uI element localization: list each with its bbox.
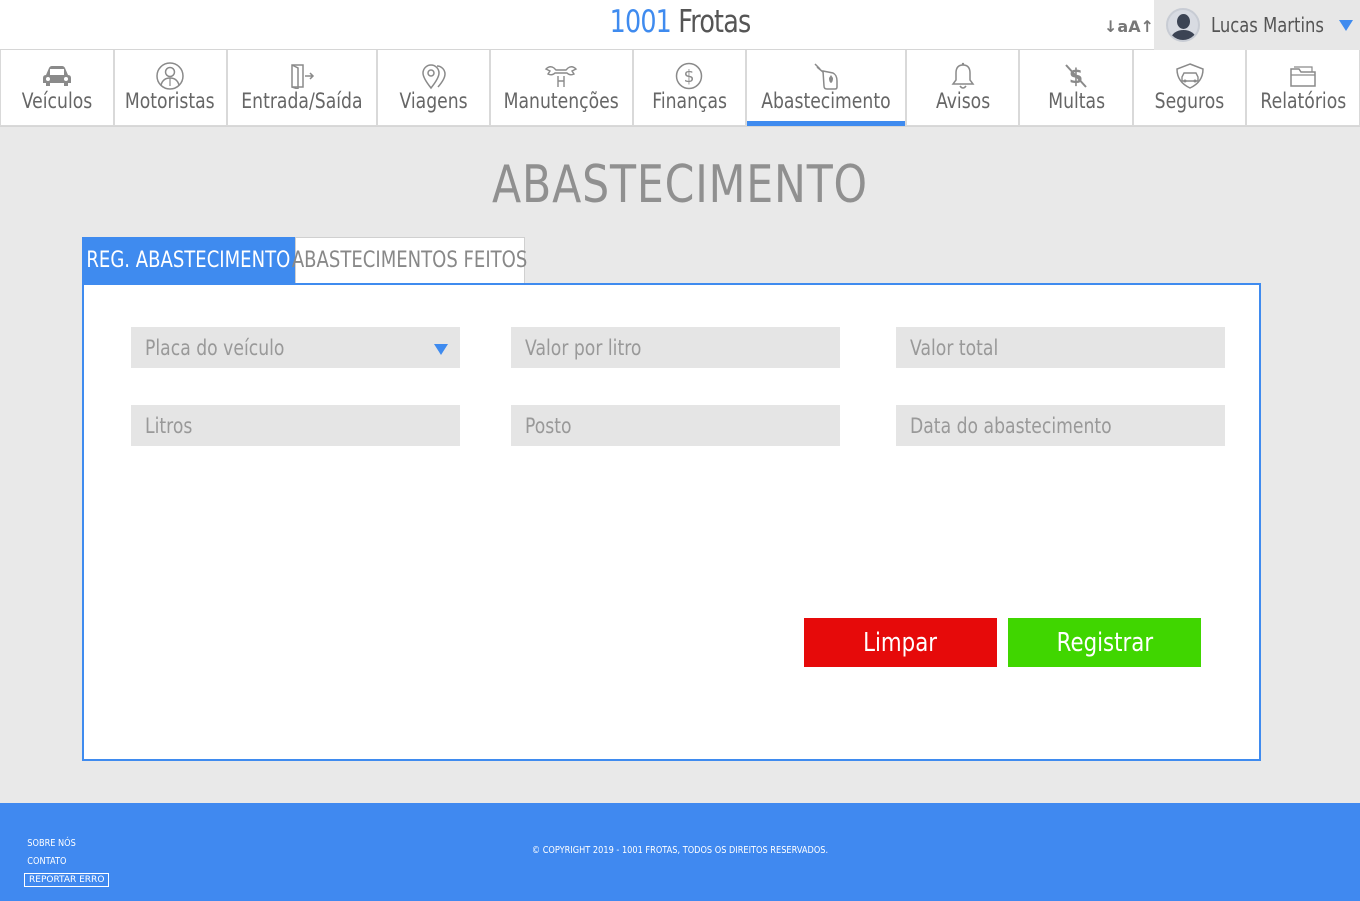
- nav-item-veiculos[interactable]: Veículos: [0, 50, 114, 126]
- door-icon: [289, 62, 315, 90]
- nav-label: Manutenções: [503, 89, 620, 113]
- nav-label: Relatórios: [1260, 89, 1347, 113]
- date-placeholder: Data do abastecimento: [910, 413, 1112, 438]
- bell-icon: [950, 62, 976, 90]
- nav-item-manutencoes[interactable]: Manutenções: [490, 50, 633, 126]
- clear-button-label: Limpar: [863, 627, 938, 658]
- footer-link-about[interactable]: SOBRE NÓS: [24, 835, 94, 853]
- nav-item-entrada-saida[interactable]: Entrada/Saída: [227, 50, 377, 126]
- copyright-text: © COPYRIGHT 2019 - 1001 FROTAS, TODOS OS…: [531, 845, 829, 856]
- nav-label: Finanças: [651, 89, 727, 113]
- price-per-liter-placeholder: Valor por litro: [525, 335, 642, 360]
- liters-placeholder: Litros: [145, 413, 193, 438]
- total-value-input[interactable]: Valor total: [896, 327, 1225, 368]
- insurance-icon: [1174, 62, 1206, 90]
- total-value-placeholder: Valor total: [910, 335, 999, 360]
- brand-name: Frotas: [671, 4, 751, 40]
- wrench-icon: [544, 62, 578, 90]
- chevron-down-icon[interactable]: [1339, 19, 1353, 31]
- user-menu[interactable]: Lucas Martins: [1154, 0, 1360, 50]
- fine-icon: $: [1063, 62, 1089, 90]
- chevron-down-icon[interactable]: [434, 344, 448, 355]
- map-pin-icon: [420, 62, 448, 90]
- register-button[interactable]: Registrar: [1008, 618, 1201, 667]
- tab-label: REG. ABASTECIMENTO: [86, 247, 291, 273]
- tab-abastecimentos-feitos[interactable]: ABASTECIMENTOS FEITOS: [292, 237, 528, 283]
- date-input[interactable]: Data do abastecimento: [896, 405, 1225, 446]
- nav-item-financas[interactable]: $ Finanças: [632, 50, 747, 126]
- driver-icon: [155, 62, 185, 90]
- main-nav: Veículos Motoristas Entrada/Saída Viagen…: [0, 50, 1360, 127]
- nav-label: Seguros: [1154, 89, 1225, 113]
- user-name: Lucas Martins: [1211, 13, 1324, 37]
- nav-item-multas[interactable]: $ Multas: [1019, 50, 1133, 126]
- dollar-icon: $: [675, 62, 703, 90]
- tab-label: ABASTECIMENTOS FEITOS: [292, 248, 528, 273]
- tab-reg-abastecimento[interactable]: REG. ABASTECIMENTO: [82, 237, 295, 283]
- folder-icon: [1289, 62, 1317, 90]
- fuel-pump-icon: [811, 62, 841, 90]
- form-panel: Placa do veículo Valor por litro Valor t…: [82, 283, 1261, 761]
- page-title: ABASTECIMENTO: [492, 155, 868, 215]
- nav-item-motoristas[interactable]: Motoristas: [113, 50, 227, 126]
- register-button-label: Registrar: [1056, 627, 1153, 658]
- nav-label: Motoristas: [125, 89, 216, 113]
- car-icon: [42, 62, 72, 90]
- nav-item-avisos[interactable]: Avisos: [905, 50, 1020, 126]
- clear-button[interactable]: Limpar: [804, 618, 997, 667]
- plate-placeholder: Placa do veículo: [145, 335, 285, 360]
- footer-link-contact[interactable]: CONTATO: [24, 853, 94, 871]
- nav-item-abastecimento[interactable]: Abastecimento: [746, 50, 906, 126]
- nav-label: Multas: [1047, 89, 1105, 113]
- top-header: 1001 Frotas ↓aA↑ Lucas Martins: [0, 0, 1360, 50]
- brand-number: 1001: [609, 4, 672, 40]
- tab-bar: REG. ABASTECIMENTO ABASTECIMENTOS FEITOS: [82, 237, 528, 283]
- svg-text:$: $: [684, 67, 695, 87]
- footer-links: SOBRE NÓS CONTATO REPORTAR ERRO: [24, 835, 110, 889]
- footer: SOBRE NÓS CONTATO REPORTAR ERRO © COPYRI…: [0, 803, 1360, 901]
- nav-label: Avisos: [935, 89, 990, 113]
- nav-item-seguros[interactable]: Seguros: [1132, 50, 1247, 126]
- nav-label: Veículos: [21, 89, 92, 113]
- brand-logo[interactable]: 1001 Frotas: [122, 4, 1237, 40]
- nav-item-viagens[interactable]: Viagens: [376, 50, 491, 126]
- avatar: [1166, 8, 1200, 42]
- station-input[interactable]: Posto: [511, 405, 840, 446]
- nav-label: Abastecimento: [761, 89, 891, 113]
- price-per-liter-input[interactable]: Valor por litro: [511, 327, 840, 368]
- nav-label: Entrada/Saída: [241, 89, 363, 113]
- plate-select[interactable]: Placa do veículo: [131, 327, 460, 368]
- report-error-button[interactable]: REPORTAR ERRO: [24, 873, 110, 887]
- font-size-toggle-icon[interactable]: ↓aA↑: [1104, 13, 1154, 39]
- liters-input[interactable]: Litros: [131, 405, 460, 446]
- station-placeholder: Posto: [525, 413, 572, 438]
- nav-item-relatorios[interactable]: Relatórios: [1246, 50, 1360, 126]
- nav-label: Viagens: [399, 89, 468, 113]
